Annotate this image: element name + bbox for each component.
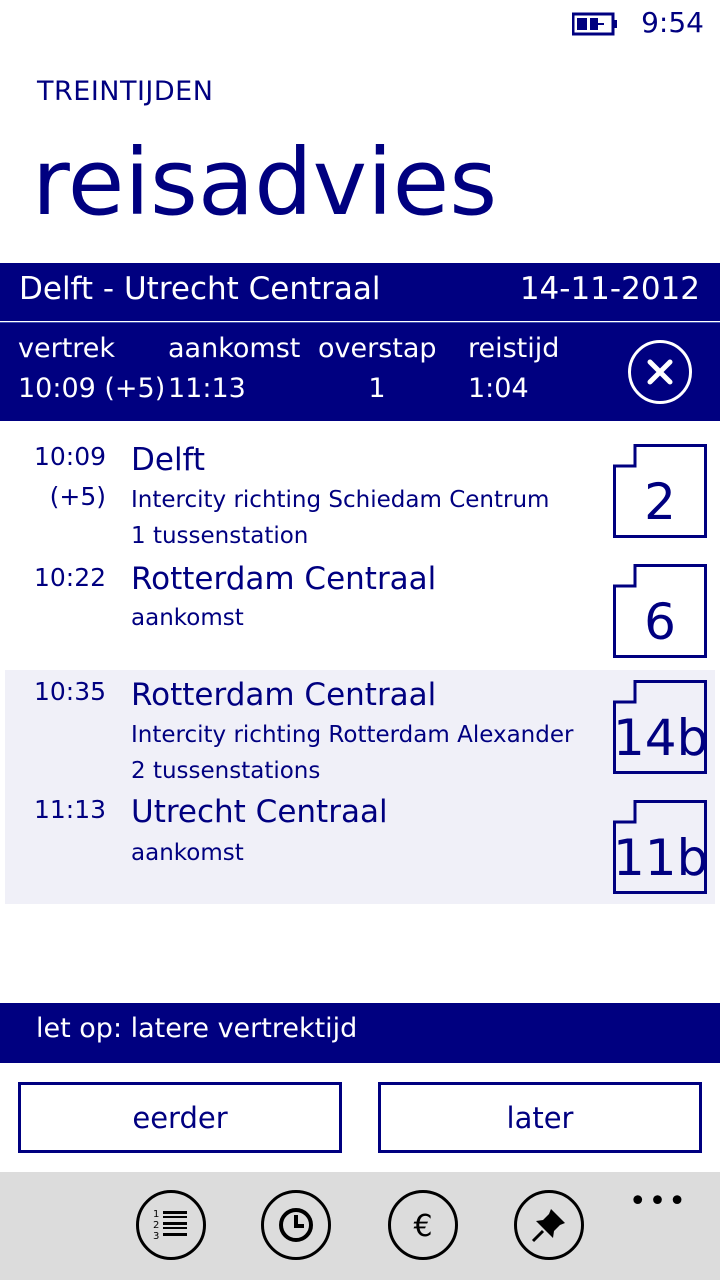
summary-value: 10:09 (+5) bbox=[18, 373, 166, 404]
close-button[interactable] bbox=[628, 340, 692, 404]
leg-item[interactable]: 10:35 Rotterdam Centraal Intercity richt… bbox=[5, 670, 715, 788]
more-button[interactable]: ••• bbox=[629, 1184, 688, 1219]
pin-button[interactable] bbox=[514, 1190, 584, 1260]
platform-number: 2 bbox=[644, 473, 676, 531]
leg-line: Intercity richting Rotterdam Alexander bbox=[131, 722, 574, 748]
leg-item[interactable]: 11:13 Utrecht Centraal aankomst 11b bbox=[5, 788, 715, 904]
page-title: reisadvies bbox=[32, 129, 498, 236]
route-bar: Delft - Utrecht Centraal 14-11-2012 bbox=[0, 263, 720, 321]
leg-time: 10:09 bbox=[33, 442, 106, 471]
app-bar: 1 2 3 € ••• bbox=[0, 1172, 720, 1280]
list-button[interactable]: 1 2 3 bbox=[136, 1190, 206, 1260]
summary-header: reistijd bbox=[468, 333, 560, 364]
summary-value: 11:13 bbox=[168, 373, 246, 404]
summary-header: overstap bbox=[318, 333, 437, 364]
euro-icon: € bbox=[413, 1209, 432, 1244]
leg-time: 10:35 bbox=[33, 677, 106, 706]
leg-station: Rotterdam Centraal bbox=[131, 561, 437, 597]
platform-number: 11b bbox=[613, 829, 709, 887]
history-button[interactable] bbox=[261, 1190, 331, 1260]
close-icon bbox=[647, 359, 673, 385]
leg-item[interactable]: 10:09 (+5) Delft Intercity richting Schi… bbox=[5, 432, 715, 552]
leg-stops: 2 tussenstations bbox=[131, 758, 321, 784]
notice-bar: let op: latere vertrektijd bbox=[0, 1003, 720, 1063]
notice-text: let op: latere vertrektijd bbox=[36, 1013, 358, 1044]
leg-station: Utrecht Centraal bbox=[131, 794, 388, 830]
leg-station: Rotterdam Centraal bbox=[131, 677, 437, 713]
platform-badge: 2 bbox=[613, 444, 707, 538]
battery-charging-icon bbox=[572, 12, 617, 36]
earlier-button[interactable]: eerder bbox=[18, 1082, 342, 1153]
platform-badge: 14b bbox=[613, 680, 709, 774]
summary-header: vertrek bbox=[18, 333, 116, 364]
svg-text:2: 2 bbox=[153, 1220, 159, 1231]
leg-group: 10:35 Rotterdam Centraal Intercity richt… bbox=[5, 670, 715, 904]
leg-delay: (+5) bbox=[49, 482, 106, 511]
leg-station: Delft bbox=[131, 442, 206, 478]
platform-badge: 6 bbox=[613, 564, 707, 658]
summary-duration: reistijd 1:04 bbox=[468, 333, 559, 413]
summary-arrival: aankomst 11:13 bbox=[168, 333, 300, 413]
route-name: Delft - Utrecht Centraal bbox=[19, 271, 381, 307]
list-icon: 1 2 3 bbox=[153, 1209, 187, 1242]
summary-value: 1:04 bbox=[468, 373, 529, 404]
summary-value: 1 bbox=[368, 373, 386, 404]
summary-header: aankomst bbox=[168, 333, 301, 364]
leg-stops: 1 tussenstation bbox=[131, 523, 309, 549]
platform-badge: 11b bbox=[613, 800, 709, 894]
pin-icon bbox=[531, 1209, 565, 1243]
summary-departure: vertrek 10:09 (+5) bbox=[18, 333, 165, 413]
status-time: 9:54 bbox=[641, 6, 704, 39]
leg-line: aankomst bbox=[131, 605, 244, 631]
svg-text:3: 3 bbox=[153, 1231, 159, 1242]
clock-icon bbox=[279, 1208, 313, 1242]
summary-transfers: overstap 1 bbox=[318, 333, 437, 413]
later-button[interactable]: later bbox=[378, 1082, 702, 1153]
leg-group: 10:09 (+5) Delft Intercity richting Schi… bbox=[5, 432, 715, 664]
price-button[interactable]: € bbox=[388, 1190, 458, 1260]
trip-summary: vertrek 10:09 (+5) aankomst 11:13 overst… bbox=[0, 322, 720, 421]
leg-line: aankomst bbox=[131, 840, 244, 866]
leg-item[interactable]: 10:22 Rotterdam Centraal aankomst 6 bbox=[5, 552, 715, 664]
leg-time: 10:22 bbox=[33, 563, 106, 592]
platform-number: 14b bbox=[613, 709, 709, 767]
leg-line: Intercity richting Schiedam Centrum bbox=[131, 487, 550, 513]
app-title: TREINTIJDEN bbox=[37, 76, 214, 107]
svg-text:€: € bbox=[413, 1209, 432, 1244]
leg-time: 11:13 bbox=[33, 795, 106, 824]
route-date: 14-11-2012 bbox=[519, 271, 700, 307]
svg-text:1: 1 bbox=[153, 1209, 159, 1220]
platform-number: 6 bbox=[644, 593, 676, 651]
